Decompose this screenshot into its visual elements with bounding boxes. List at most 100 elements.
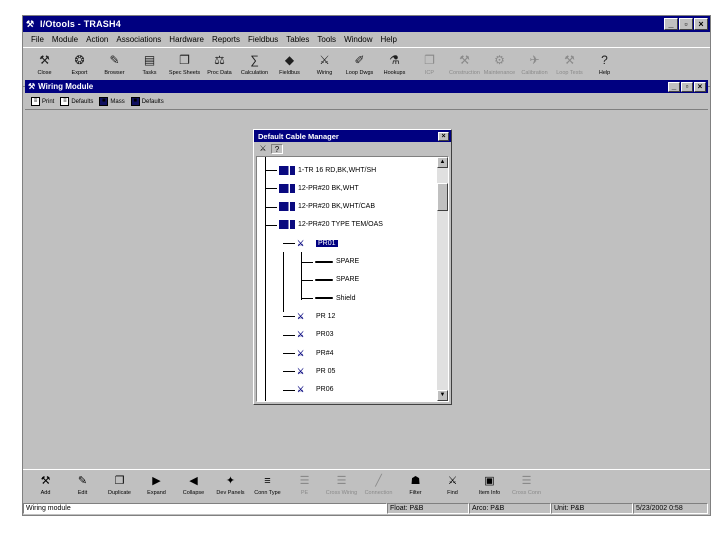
loop-tests-icon: ⚒ bbox=[564, 53, 575, 67]
duplicate-icon: ❐ bbox=[114, 475, 125, 487]
child-minimize-button[interactable]: _ bbox=[668, 81, 680, 92]
dialog-close-button[interactable]: × bbox=[438, 131, 449, 141]
menu-fieldbus[interactable]: Fieldbus bbox=[244, 35, 282, 44]
add-icon: ⚒ bbox=[40, 475, 51, 487]
tree-node-cable[interactable]: 12-PR#20 BK,WHT bbox=[279, 182, 359, 194]
find-button[interactable]: ⚔ Find bbox=[434, 470, 471, 502]
dev-panels-icon: ✦ bbox=[225, 475, 236, 487]
cross-conn-button[interactable]: ☰ Cross Conn bbox=[508, 470, 545, 502]
tree-node-pair[interactable]: ⚔ PR03 bbox=[297, 329, 334, 341]
wiring-module-icon: ⚒ bbox=[28, 82, 36, 91]
child-tool-label: Print bbox=[42, 98, 55, 105]
print-child-button-0[interactable]: ≡ Print bbox=[31, 97, 54, 106]
icp-icon: ❐ bbox=[424, 53, 435, 67]
default-cable-manager-dialog: Default Cable Manager × ⚔? 1-TR 16 RD,BK… bbox=[253, 129, 452, 405]
close-button[interactable]: × bbox=[694, 18, 708, 30]
tree-node-label: PR#4 bbox=[316, 349, 334, 357]
tree-node-label: PR06 bbox=[316, 386, 334, 394]
scroll-down-button[interactable]: ▼ bbox=[437, 390, 448, 401]
menu-hardware[interactable]: Hardware bbox=[165, 35, 208, 44]
item-info-button[interactable]: ▣ Item Info bbox=[471, 470, 508, 502]
child-window-title-bar[interactable]: ⚒ Wiring Module _ ▫ × bbox=[25, 80, 708, 93]
tree-node-label: PR 12 bbox=[316, 312, 336, 320]
help-icon[interactable]: ? bbox=[271, 143, 283, 154]
collapse-label: Collapse bbox=[182, 490, 205, 496]
expand-icon: ▶ bbox=[152, 475, 161, 487]
connection-button[interactable]: ╱ Connection bbox=[360, 470, 397, 502]
tree-connector bbox=[283, 334, 295, 336]
tree-node-cable[interactable]: 12-PR#20 TYPE TEM/OAS bbox=[279, 219, 383, 231]
menu-window[interactable]: Window bbox=[340, 35, 376, 44]
browser-label: Browser bbox=[104, 70, 125, 76]
binoculars-icon[interactable]: ⚔ bbox=[257, 144, 269, 154]
duplicate-button[interactable]: ❐ Duplicate bbox=[101, 470, 138, 502]
cross-wiring-label: Cross Wiring bbox=[325, 490, 358, 496]
tree-node-pair[interactable]: ⚔ PR 12 bbox=[297, 310, 335, 322]
tree-node-cable[interactable]: 1-TR 16 RD,BK,WHT/SH bbox=[279, 164, 376, 176]
add-button[interactable]: ⚒ Add bbox=[27, 470, 64, 502]
proc-data-label: Proc Data bbox=[207, 70, 232, 76]
pair-icon: ⚔ bbox=[297, 385, 305, 395]
tree-node-wire[interactable]: Shield bbox=[315, 292, 355, 304]
close-label: Close bbox=[37, 70, 52, 76]
defaults-child-button-3[interactable]: ■ Defaults bbox=[130, 97, 164, 106]
scroll-thumb[interactable] bbox=[437, 183, 448, 211]
menu-associations[interactable]: Associations bbox=[112, 35, 165, 44]
title-bar[interactable]: ⚒ I/Otools - TRASH4 _ ▫ × bbox=[23, 16, 710, 32]
tree-node-label: 12-PR#20 BK,WHT/CAB bbox=[298, 203, 376, 211]
expand-button[interactable]: ▶ Expand bbox=[138, 470, 175, 502]
menu-tools[interactable]: Tools bbox=[313, 35, 340, 44]
tree-scrollbar[interactable]: ▲ ▼ bbox=[437, 157, 448, 401]
child-tool-label: Mass bbox=[110, 98, 125, 105]
defaults-child-button-1[interactable]: ≡ Defaults bbox=[60, 97, 93, 106]
pair-icon: ⚔ bbox=[297, 348, 305, 358]
conn-type-button[interactable]: ≡ Conn Type bbox=[249, 470, 286, 502]
dev-panels-button[interactable]: ✦ Dev Panels bbox=[212, 470, 249, 502]
collapse-icon: ◀ bbox=[189, 475, 198, 487]
fieldbus-icon: ◆ bbox=[284, 53, 295, 67]
status-pane-unit: Unit: P&B bbox=[551, 503, 633, 514]
menu-module[interactable]: Module bbox=[48, 35, 82, 44]
menu-reports[interactable]: Reports bbox=[208, 35, 244, 44]
pair-icon: ⚔ bbox=[297, 330, 305, 340]
maintenance-label: Maintenance bbox=[483, 70, 516, 76]
restore-button[interactable]: ▫ bbox=[679, 18, 693, 30]
pe-button[interactable]: ☰ PE bbox=[286, 470, 323, 502]
child-tool-label: Defaults bbox=[71, 98, 94, 105]
tree-node-pair[interactable]: ⚔ PR01 bbox=[297, 237, 338, 249]
tree-node-pair[interactable]: ⚔ PR#4 bbox=[297, 347, 334, 359]
help-label: Help bbox=[598, 70, 611, 76]
edit-label: Edit bbox=[77, 490, 88, 496]
loop-dwgs-icon: ✐ bbox=[354, 53, 365, 67]
mass-child-button-2[interactable]: ■ Mass bbox=[99, 97, 125, 106]
tree-connector bbox=[283, 251, 284, 313]
filter-button[interactable]: ☗ Filter bbox=[397, 470, 434, 502]
menu-file[interactable]: File bbox=[27, 35, 48, 44]
filter-icon: ☗ bbox=[410, 475, 421, 487]
child-restore-button[interactable]: ▫ bbox=[681, 81, 693, 92]
calibration-icon: ✈ bbox=[529, 53, 540, 67]
menu-tables[interactable]: Tables bbox=[282, 35, 313, 44]
child-window-title: Wiring Module bbox=[38, 82, 94, 91]
edit-button[interactable]: ✎ Edit bbox=[64, 470, 101, 502]
dialog-title-bar[interactable]: Default Cable Manager × bbox=[254, 130, 451, 142]
scroll-up-button[interactable]: ▲ bbox=[437, 157, 448, 168]
menu-help[interactable]: Help bbox=[377, 35, 401, 44]
calibration-label: Calibration bbox=[521, 70, 548, 76]
cross-wiring-button[interactable]: ☰ Cross Wiring bbox=[323, 470, 360, 502]
tree-node-pair[interactable]: ⚔ PR06 bbox=[297, 384, 334, 396]
tree-connector bbox=[283, 389, 295, 391]
status-message: Wiring module bbox=[23, 503, 387, 514]
tree-node-cable[interactable]: 12-PR#20 BK,WHT/CAB bbox=[279, 201, 375, 213]
menu-action[interactable]: Action bbox=[82, 35, 112, 44]
collapse-button[interactable]: ◀ Collapse bbox=[175, 470, 212, 502]
tree-node-wire[interactable]: SPARE bbox=[315, 274, 359, 286]
tree-node-pair[interactable]: ⚔ PR 05 bbox=[297, 365, 335, 377]
child-close-button[interactable]: × bbox=[694, 81, 706, 92]
tree-node-label: 12-PR#20 BK,WHT bbox=[298, 184, 359, 192]
minimize-button[interactable]: _ bbox=[664, 18, 678, 30]
cable-tree[interactable]: 1-TR 16 RD,BK,WHT/SH 12-PR#20 BK,WHT 12-PR… bbox=[256, 156, 449, 402]
find-label: Find bbox=[447, 490, 458, 496]
cross-conn-icon: ☰ bbox=[521, 475, 532, 487]
tree-node-wire[interactable]: SPARE bbox=[315, 256, 359, 268]
